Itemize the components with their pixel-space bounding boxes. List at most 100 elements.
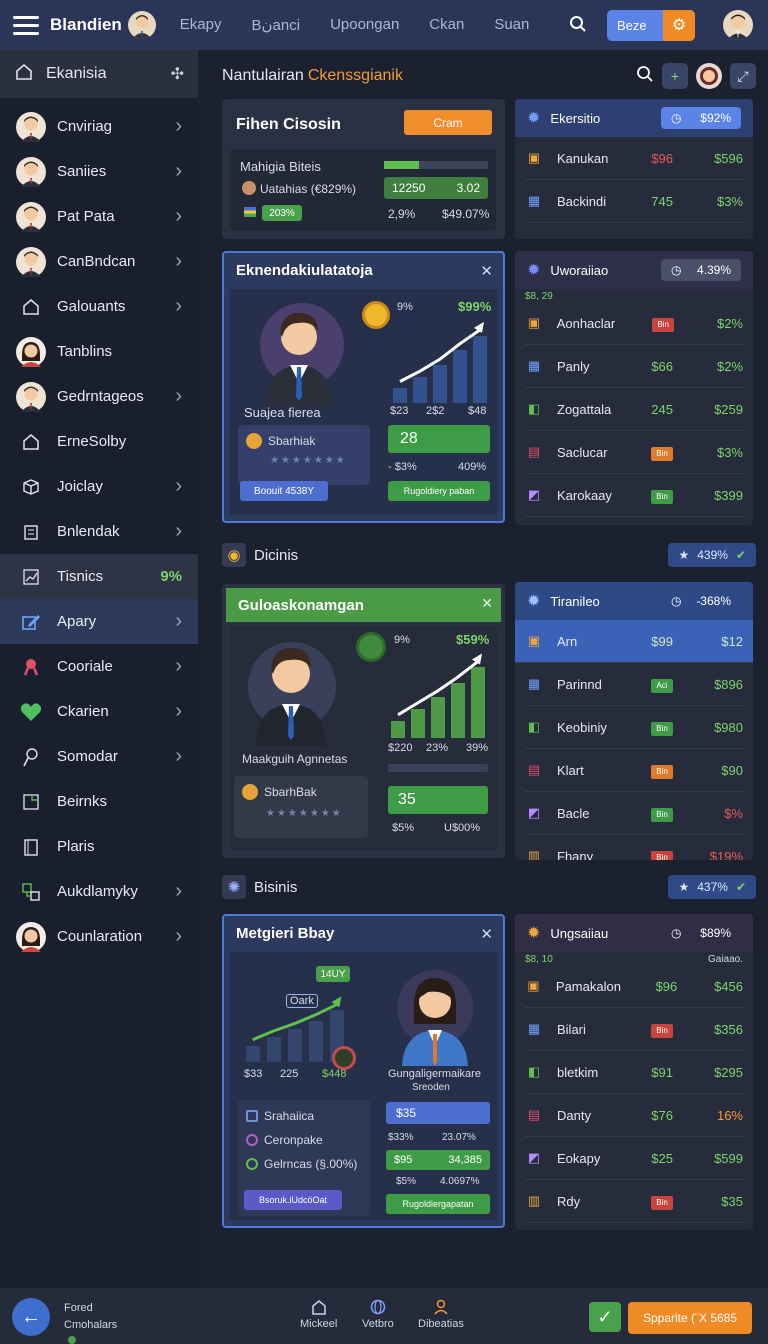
sidebar-item-joiclay[interactable]: Joiclay › bbox=[0, 464, 198, 509]
feature-2-stat-a: $5% bbox=[392, 822, 415, 834]
panel-badge[interactable]: ◷ $89% bbox=[661, 922, 741, 944]
footer-tab-3[interactable]: Dibeatias bbox=[418, 1298, 464, 1330]
top-tab[interactable]: Ckan bbox=[429, 16, 464, 34]
table-row[interactable]: ▦ Panly $66 $2% bbox=[525, 345, 743, 388]
sidebar-item-label: Plaris bbox=[57, 838, 95, 855]
sidebar-item-beirnks[interactable]: Beirnks bbox=[0, 779, 198, 824]
panel-badge[interactable]: ◷ -368% bbox=[661, 590, 741, 612]
cram-button[interactable]: Cram bbox=[404, 110, 492, 135]
top-tab[interactable]: Bنanci bbox=[252, 16, 301, 34]
home-icon bbox=[16, 292, 46, 322]
sidebar-item-pat-pata[interactable]: Pat Pata › bbox=[0, 194, 198, 239]
table-row[interactable]: ◩ Eokapy $25 $599 bbox=[525, 1137, 743, 1180]
feature-1-green-button[interactable]: Rugoldiery paban bbox=[388, 481, 490, 501]
table-row[interactable]: ▤ Danty $76 16% bbox=[525, 1094, 743, 1137]
search-icon[interactable] bbox=[636, 65, 654, 88]
table-row[interactable]: ▤ Saclucar Bin $3% bbox=[525, 431, 743, 474]
expand-icon[interactable]: ⤢ bbox=[730, 63, 756, 89]
top-tab[interactable]: Suan bbox=[494, 16, 529, 34]
sidebar-item-galouants[interactable]: Galouants › bbox=[0, 284, 198, 329]
row-tag: Bin bbox=[651, 807, 673, 822]
table-row[interactable]: ▤ Klart Bin $90 bbox=[525, 749, 743, 792]
table-row[interactable]: ▣ Aonhaclar Bin $2% bbox=[525, 302, 743, 345]
search-icon[interactable] bbox=[569, 15, 587, 36]
bet-button[interactable]: Beze ⚙ bbox=[607, 9, 695, 41]
table-row[interactable]: ◧ Zogattala 245 $259 bbox=[525, 388, 743, 431]
sidebar-item-aukdlamyky[interactable]: Aukdlamyky › bbox=[0, 869, 198, 914]
table-row[interactable]: ▣ Arn $99 $12 bbox=[515, 620, 753, 663]
sidebar-item-bnlendak[interactable]: Bnlendak › bbox=[0, 509, 198, 554]
sidebar-item-somodar[interactable]: Somodar › bbox=[0, 734, 198, 779]
cta-button[interactable]: Spparite (¨X 5685 bbox=[628, 1302, 752, 1334]
star-icon: ★ bbox=[678, 548, 690, 562]
home-icon bbox=[16, 427, 46, 457]
sidebar-item-ckarien[interactable]: Ckarien › bbox=[0, 689, 198, 734]
flag-icon bbox=[244, 207, 256, 217]
panel-header: ✹ Ekersitio ◷ $92% bbox=[515, 99, 753, 137]
table-row[interactable]: ▥ Rdy Bin $35 bbox=[525, 1180, 743, 1223]
table-row[interactable]: ▦ Bilari Bin $356 bbox=[525, 1008, 743, 1051]
settings-icon[interactable]: ✣ bbox=[171, 64, 184, 84]
section-1-badge[interactable]: ★ 439% ✔ bbox=[668, 543, 756, 567]
table-row[interactable]: ◧ Keobiniy Bin $980 bbox=[525, 706, 743, 749]
close-icon[interactable]: ✕ bbox=[480, 262, 493, 280]
close-icon[interactable]: ✕ bbox=[480, 925, 493, 943]
footer-tab-2[interactable]: Vetbro bbox=[362, 1298, 394, 1330]
chart-icon bbox=[16, 562, 46, 592]
sidebar-item-tisnics[interactable]: Tisnics 9% bbox=[0, 554, 198, 599]
feature-2-value: $59% bbox=[456, 632, 490, 647]
radio-icon[interactable] bbox=[246, 1158, 258, 1170]
top-tab[interactable]: Ekapy bbox=[180, 16, 222, 34]
section-2-badge[interactable]: ★ 437% ✔ bbox=[668, 875, 756, 899]
sidebar-item-cnviriag[interactable]: Cnviriag › bbox=[0, 104, 198, 149]
panel-sub-right: Gaiaao. bbox=[707, 954, 743, 965]
row-icon: ▦ bbox=[527, 358, 541, 373]
sidebar-item-gedrntageos[interactable]: Gedrntageos › bbox=[0, 374, 198, 419]
chevron-right-icon: › bbox=[175, 295, 182, 317]
sidebar-item-cooriale[interactable]: Cooriale › bbox=[0, 644, 198, 689]
table-row[interactable]: ◩ Bacle Bin $% bbox=[525, 792, 743, 835]
sidebar-item-apary[interactable]: Apary › bbox=[0, 599, 198, 644]
row-value-1: $96 bbox=[651, 150, 673, 166]
table-row[interactable]: ▣ Pamakalon $96 $456 bbox=[525, 965, 743, 1008]
panel-header: ✹ Tiranileo ◷ -368% bbox=[515, 582, 753, 620]
table-row[interactable]: ▦ Backindi 745 $3% bbox=[525, 180, 743, 223]
confirm-check-button[interactable]: ✓ bbox=[589, 1302, 621, 1332]
sidebar-item-plaris[interactable]: Plaris bbox=[0, 824, 198, 869]
table-row[interactable]: ▥ Fhany Bin $19% bbox=[525, 835, 743, 860]
feature-3-row-b: 23.07% bbox=[442, 1132, 476, 1143]
feature-card-2-body: Maakguih Agnnetas 9% $59% $220 23% 39% S… bbox=[230, 626, 497, 850]
radio-icon[interactable] bbox=[246, 1134, 258, 1146]
top-tab[interactable]: Upoongan bbox=[330, 16, 399, 34]
bet-button-label: Beze bbox=[617, 17, 647, 33]
sidebar-item-counlaration[interactable]: Counlaration › bbox=[0, 914, 198, 959]
footer-tab-1[interactable]: Mickeel bbox=[300, 1298, 337, 1330]
heart-icon bbox=[16, 697, 46, 727]
sidebar-header[interactable]: Ekanisia ✣ bbox=[0, 50, 198, 98]
feature-1-blue-button[interactable]: Boouit 4538Y bbox=[240, 481, 328, 501]
summary-cell-c: 2,9% bbox=[388, 207, 416, 221]
feature-1-stat-b: 409% bbox=[458, 461, 487, 473]
table-row[interactable]: ▣ Kanukan $96 $596 bbox=[525, 137, 743, 180]
menu-icon[interactable] bbox=[13, 15, 39, 35]
close-icon[interactable]: ✕ bbox=[481, 595, 493, 612]
document-icon bbox=[16, 832, 46, 862]
row-value-2: $90 bbox=[721, 762, 743, 778]
sidebar-item-saniies[interactable]: Saniies › bbox=[0, 149, 198, 194]
table-row[interactable]: ◩ Karokaay Bin $399 bbox=[525, 474, 743, 517]
table-row[interactable]: ▦ Parinnd Aci $896 bbox=[525, 663, 743, 706]
user-avatar-icon[interactable] bbox=[723, 10, 753, 40]
panel-badge[interactable]: ◷ 4.39% bbox=[661, 259, 741, 281]
sidebar-item-ernesolby[interactable]: ErneSolby bbox=[0, 419, 198, 464]
feature-3-blue-button[interactable]: Bsoruk.iUdcöOat bbox=[244, 1190, 342, 1210]
panel-badge[interactable]: ◷ $92% bbox=[661, 107, 741, 129]
sidebar-item-tanblins[interactable]: Tanblins bbox=[0, 329, 198, 374]
add-icon[interactable]: + bbox=[662, 63, 688, 89]
avatar-woman-icon[interactable] bbox=[696, 63, 722, 89]
feature-3-green-button[interactable]: Rugoldiergapatan bbox=[386, 1194, 490, 1214]
row-value-1: $66 bbox=[651, 358, 673, 374]
feature-1-pct: 9% bbox=[397, 301, 413, 313]
table-row[interactable]: ◧ bletkim $91 $295 bbox=[525, 1051, 743, 1094]
sidebar-item-canbndcan[interactable]: CanBndcan › bbox=[0, 239, 198, 284]
back-arrow-icon[interactable]: ← bbox=[12, 1298, 50, 1336]
